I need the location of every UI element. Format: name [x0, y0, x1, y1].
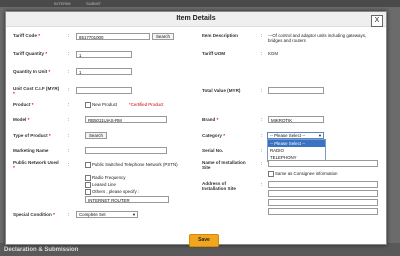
brand-label: Brand *: [202, 117, 219, 122]
tariff-quantity-label: Tariff Quantity *: [13, 51, 48, 56]
installation-address-line-2[interactable]: [268, 190, 378, 197]
unit-cost-input[interactable]: [76, 87, 132, 94]
installation-site-name-input[interactable]: [268, 160, 378, 167]
category-dropdown-list: -- Please Select -- RADIO TELEPHONY: [267, 139, 326, 162]
serial-no-label: Serial No.: [202, 148, 224, 153]
model-input[interactable]: RB5011UiAS-RM: [85, 116, 167, 123]
installation-address-line-4[interactable]: [268, 208, 378, 215]
marketing-name-label: Marketing Name: [13, 148, 49, 153]
close-button[interactable]: X: [371, 15, 383, 27]
leased-line-checkbox[interactable]: [85, 182, 91, 188]
type-of-product-label: Type of Product *: [13, 133, 51, 138]
item-description-label: Item Description: [202, 33, 238, 38]
unit-cost-label: Unit Cost C.I.F (MYR) *: [13, 86, 60, 96]
tariff-uom-label: Tariff UOM: [202, 51, 226, 56]
installation-address-line-3[interactable]: [268, 199, 378, 206]
brand-input[interactable]: MIKROTIK: [268, 116, 324, 123]
type-of-product-search-button[interactable]: Search: [85, 132, 107, 139]
model-label: Model *: [13, 117, 30, 122]
quantity-in-unit-label: Quantity In Unit *: [13, 69, 51, 74]
total-value-label: Total Value (MYR): [202, 88, 241, 93]
installation-address-label: Address of Installation Site: [202, 181, 236, 191]
item-description-value: ---Of control and adaptor units includin…: [268, 33, 367, 43]
others-label: Others , please specify :: [92, 189, 140, 194]
category-label: Category *: [202, 133, 225, 138]
tariff-quantity-input[interactable]: 1: [76, 51, 132, 58]
tariff-uom-value: KGM: [268, 51, 279, 56]
same-as-consignee-checkbox[interactable]: [268, 171, 274, 177]
radio-frequency-label: Radio Frequency: [92, 175, 126, 180]
same-as-consignee-label: Same as Consignee information: [275, 171, 338, 176]
installation-address-line-1[interactable]: [268, 181, 378, 188]
save-button[interactable]: Save: [189, 234, 219, 247]
tariff-search-button[interactable]: Search: [152, 33, 174, 40]
chevron-down-icon: ▼: [132, 212, 136, 217]
special-condition-label: Special Condition *: [13, 212, 55, 217]
pstn-label: Public Switched Telephone Network (PSTN): [92, 162, 178, 167]
background-tab-label: INTERIM: [54, 1, 71, 6]
special-condition-select[interactable]: Complete Set ▼: [76, 211, 138, 218]
pstn-checkbox[interactable]: [85, 162, 91, 168]
background-tab-label: SUBMIT: [86, 1, 102, 6]
background-footer-label: Declaration & Submission: [4, 247, 79, 253]
certified-product-note: *Certified Product: [129, 102, 164, 107]
tariff-code-label: Tariff Code *: [13, 33, 40, 38]
item-details-dialog: Item Details X Tariff Code * : 851770100…: [5, 11, 387, 247]
total-value-input[interactable]: [268, 87, 324, 94]
marketing-name-input[interactable]: [85, 147, 167, 154]
radio-frequency-checkbox[interactable]: [85, 175, 91, 181]
category-option[interactable]: RADIO: [268, 147, 325, 154]
category-select[interactable]: -- Please Select -- ▼: [267, 132, 324, 139]
others-specify-input[interactable]: INTERNET ROUTER: [85, 196, 169, 203]
product-label: Product *: [13, 102, 34, 107]
tariff-code-input[interactable]: 8517701000: [76, 33, 150, 40]
others-checkbox[interactable]: [85, 189, 91, 195]
dialog-title: Item Details: [6, 12, 386, 27]
quantity-in-unit-input[interactable]: 1: [76, 68, 132, 75]
leased-line-label: Leased Line: [92, 182, 116, 187]
public-network-label: Public Network Used *: [13, 160, 59, 170]
installation-site-name-label: Name of Installation Site: [202, 160, 246, 170]
new-product-checkbox[interactable]: [85, 102, 91, 108]
category-option[interactable]: -- Please Select --: [268, 140, 325, 147]
new-product-label: New Product: [92, 102, 118, 107]
